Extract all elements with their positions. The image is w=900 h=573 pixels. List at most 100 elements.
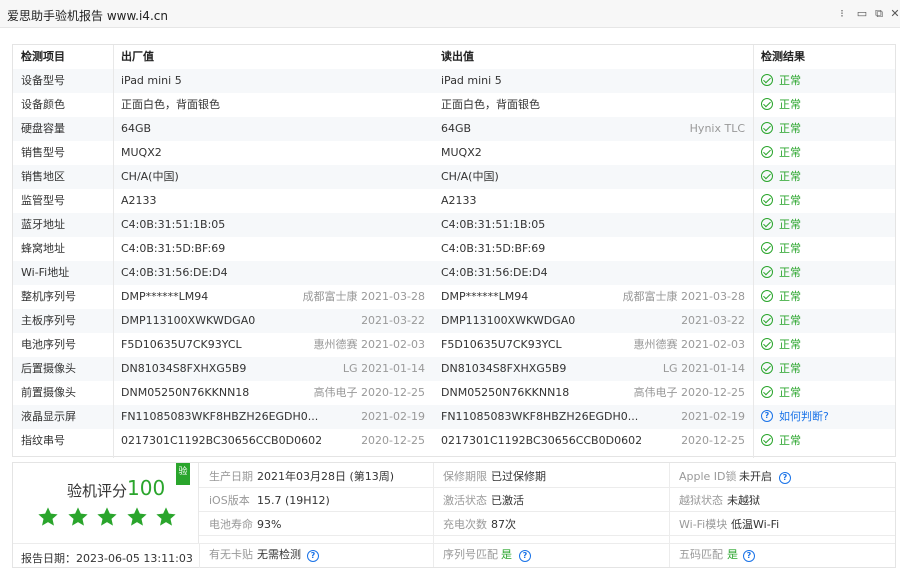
info-value: 未开启 [739,470,772,483]
header-read: 读出值 [441,50,474,63]
check-circle-icon [761,242,773,254]
info-production-date: 生产日期 2021年03月28日 (第13周) [209,465,394,489]
divider [199,544,200,568]
result-text: 正常 [779,170,801,183]
column-divider [113,45,114,458]
star-icon [67,507,88,526]
row-item: 蜂窝地址 [21,242,65,255]
help-icon[interactable]: ? [743,550,755,562]
info-battery: 电池寿命 93% [209,513,281,537]
result-ok: 正常 [761,165,801,189]
row-factory-meta: 2020-12-25 [361,434,425,447]
star-icon [156,507,176,526]
help-icon[interactable]: ? [307,550,319,562]
info-value: 已激活 [491,494,524,507]
result-text[interactable]: 如何判断? [779,410,829,423]
table-row: 蓝牙地址 C4:0B:31:51:1B:05 C4:0B:31:51:1B:05 正常 [13,213,895,237]
restore-icon[interactable]: ⧉ [871,6,887,22]
result-text: 正常 [779,98,801,111]
info-key: iOS版本 [209,494,250,507]
row-factory-meta: 2021-03-22 [361,314,425,327]
info-sim: 有无卡贴 无需检测? [209,543,319,567]
table-row: 蜂窝地址 C4:0B:31:5D:BF:69 C4:0B:31:5D:BF:69 正常 [13,237,895,261]
info-value: 2021年03月28日 (第13周) [257,470,395,483]
row-factory-meta [253,189,425,213]
help-icon[interactable]: ? [519,550,531,562]
info-value: 低温Wi-Fi [731,518,780,531]
info-key: Apple ID锁 [679,470,737,483]
row-read-meta [573,261,745,285]
row-factory-meta [253,69,425,93]
close-icon[interactable]: ✕ [887,6,900,22]
header-result: 检测结果 [761,50,805,63]
result-ok: 正常 [761,237,801,261]
info-value: 是 [727,548,738,561]
table-row: 监管型号 A2133 A2133 正常 [13,189,895,213]
info-key: 生产日期 [209,470,253,483]
row-item: 监管型号 [21,194,65,207]
row-read-meta: 2021-02-19 [681,410,745,423]
menu-icon[interactable]: ⁝ [834,6,850,22]
result-ok: 正常 [761,357,801,381]
check-circle-icon [761,338,773,350]
result-text: 正常 [779,146,801,159]
divider [669,463,670,567]
row-read-meta [573,213,745,237]
result-text: 正常 [779,266,801,279]
table-row: 电池序列号 F5D10635U7CK93YCL 惠州德赛 2021-02-03 F5D… [13,333,895,357]
row-item: 设备型号 [21,74,65,87]
result-ok: 正常 [761,333,801,357]
row-factory-meta: 成都富士康 2021-03-28 [302,290,425,303]
star-rating [37,506,177,528]
result-ok: 正常 [761,429,801,453]
result-text: 正常 [779,386,801,399]
result-ok: 正常 [761,309,801,333]
row-read-meta: 高伟电子 2020-12-25 [633,386,745,399]
row-read-meta [573,237,745,261]
report-date: 报告日期：2023-06-05 13:11:03 [21,552,193,565]
result-ok: 正常 [761,285,801,309]
info-key: 充电次数 [443,518,487,531]
check-circle-icon [761,194,773,206]
info-ios: iOS版本 15.7 (19H12) [209,489,330,513]
help-icon[interactable]: ? [779,472,791,484]
check-circle-icon [761,386,773,398]
check-circle-icon [761,362,773,374]
result-text: 正常 [779,314,801,327]
row-read-meta: 惠州德赛 2021-02-03 [633,338,745,351]
row-read-meta: 2021-03-22 [681,314,745,327]
result-ok: 正常 [761,69,801,93]
result-text: 正常 [779,74,801,87]
table-header: 检测项目 出厂值 读出值 检测结果 [13,45,895,69]
info-key: 激活状态 [443,494,487,507]
window-title: 爱思助手验机报告 www.i4.cn [7,9,168,23]
check-circle-icon [761,290,773,302]
result-link[interactable]: ? 如何判断? [761,405,829,429]
verified-badge: 验 [176,463,190,485]
row-item: 设备颜色 [21,98,65,111]
info-activation: 激活状态 已激活 [443,489,524,513]
result-ok: 正常 [761,117,801,141]
info-value: 15.7 (19H12) [257,494,330,507]
info-value: 未越狱 [727,494,760,507]
info-value: 93% [257,518,282,531]
row-read-meta: Hynix TLC [689,122,745,135]
result-ok: 正常 [761,141,801,165]
table-row: 整机序列号 DMP******LM94 成都富士康 2021-03-28 DMP***… [13,285,895,309]
table-row: 销售型号 MUQX2 MUQX2 正常 [13,141,895,165]
row-item: 蓝牙地址 [21,218,65,231]
title-bar: 爱思助手验机报告 www.i4.cn ⁝ ▭ ⧉ ✕ [0,0,900,28]
row-read-meta [573,69,745,93]
summary-panel: 验 验机评分 100 报告日期：2023-06-05 13:11:03 生产日期… [12,462,896,568]
star-icon [97,507,117,526]
row-read-meta: 成都富士康 2021-03-28 [622,290,745,303]
table-row: 液晶显示屏 FN11085083WKF8HBZH26EGDH0... 2021-02… [13,405,895,429]
row-factory-meta [253,117,425,141]
info-value: 87次 [491,518,516,531]
table-row: 设备型号 iPad mini 5 iPad mini 5 正常 [13,69,895,93]
check-circle-icon [761,266,773,278]
minimize-icon[interactable]: ▭ [854,6,870,22]
result-ok: 正常 [761,189,801,213]
result-text: 正常 [779,194,801,207]
check-circle-icon [761,146,773,158]
